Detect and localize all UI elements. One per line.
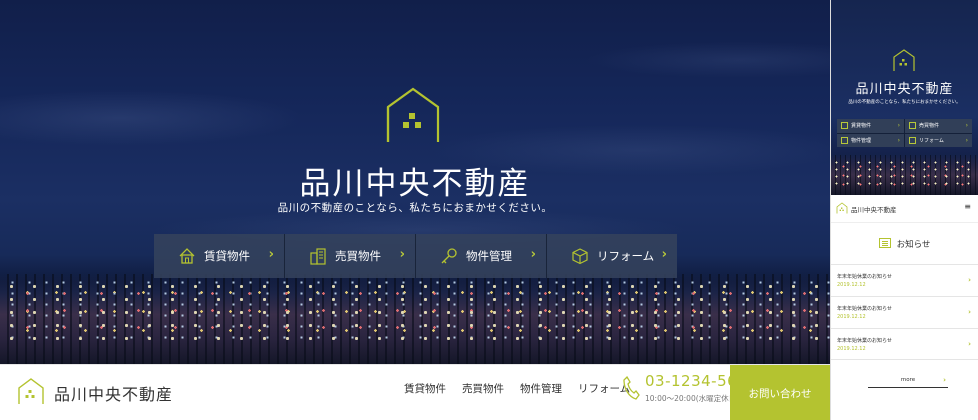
chevron-right-icon: › bbox=[268, 247, 274, 262]
chevron-right-icon: › bbox=[965, 136, 968, 144]
hamburger-menu-icon[interactable]: ≡ bbox=[964, 202, 971, 211]
key-icon bbox=[841, 136, 848, 144]
news-section-title: お知らせ bbox=[831, 238, 978, 250]
chevron-right-icon: › bbox=[399, 247, 405, 262]
box-icon bbox=[909, 136, 916, 144]
chevron-right-icon: › bbox=[968, 308, 971, 316]
contact-button[interactable]: お問い合わせ bbox=[730, 365, 830, 420]
chevron-right-icon: › bbox=[968, 340, 971, 348]
mobile-header: 品川中央不動産 ≡ bbox=[831, 195, 978, 223]
chevron-right-icon: › bbox=[661, 247, 667, 262]
house-logo-icon[interactable] bbox=[17, 377, 45, 405]
more-label: more bbox=[900, 377, 916, 383]
more-link[interactable]: more › bbox=[868, 374, 948, 388]
mobile-menu-sale[interactable]: 売買物件 › bbox=[905, 119, 972, 133]
news-item-title: 年末年始休業のお知らせ bbox=[837, 306, 892, 312]
news-list: 年末年始休業のお知らせ 2019.12.12 › 年末年始休業のお知らせ 201… bbox=[831, 264, 978, 360]
news-item-date: 2019.12.12 bbox=[837, 282, 866, 288]
menu-item-label: リフォーム bbox=[597, 249, 655, 263]
nav-sale[interactable]: 売買物件 bbox=[462, 381, 504, 396]
chevron-right-icon: › bbox=[897, 136, 900, 144]
news-item-date: 2019.12.12 bbox=[837, 314, 866, 320]
business-hours: 10:00〜20:00(水曜定休日) bbox=[645, 394, 740, 403]
mobile-view: 品川中央不動産 品川の不動産のことなら、私たちにおまかせください。 賃貸物件 › … bbox=[830, 0, 978, 420]
building-icon bbox=[909, 122, 916, 130]
mobile-menu-label: 物件管理 bbox=[851, 137, 872, 144]
mobile-menu-reform[interactable]: リフォーム › bbox=[905, 133, 972, 147]
news-item[interactable]: 年末年始休業のお知らせ 2019.12.12 › bbox=[831, 328, 978, 360]
house-logo-icon bbox=[893, 49, 915, 71]
menu-item-label: 賃貸物件 bbox=[204, 249, 250, 263]
house-logo-icon[interactable] bbox=[836, 202, 848, 214]
mobile-menu-label: リフォーム bbox=[919, 137, 944, 144]
mobile-hero: 品川中央不動産 品川の不動産のことなら、私たちにおまかせください。 賃貸物件 › … bbox=[831, 0, 978, 195]
menu-item-rental[interactable]: 賃貸物件 › bbox=[154, 234, 285, 278]
chevron-right-icon: › bbox=[968, 276, 971, 284]
news-item-title: 年末年始休業のお知らせ bbox=[837, 338, 892, 344]
menu-item-sale[interactable]: 売買物件 › bbox=[285, 234, 416, 278]
city-night-skyline bbox=[0, 274, 830, 364]
global-nav: 賃貸物件 売買物件 物件管理 リフォーム bbox=[404, 381, 630, 396]
menu-item-label: 物件管理 bbox=[466, 249, 512, 263]
chevron-right-icon: › bbox=[897, 122, 900, 130]
news-title-label: お知らせ bbox=[896, 240, 931, 250]
menu-item-label: 売買物件 bbox=[335, 249, 381, 263]
nav-management[interactable]: 物件管理 bbox=[520, 381, 562, 396]
building-icon bbox=[307, 245, 329, 267]
mobile-brand-title: 品川中央不動産 bbox=[855, 82, 954, 97]
hero-tagline: 品川の不動産のことなら、私たちにおまかせください。 bbox=[277, 202, 553, 214]
mobile-menu-rental[interactable]: 賃貸物件 › bbox=[837, 119, 904, 133]
news-item[interactable]: 年末年始休業のお知らせ 2019.12.12 › bbox=[831, 264, 978, 296]
hero-brand-title: 品川中央不動産 bbox=[299, 166, 531, 202]
mobile-menu-label: 賃貸物件 bbox=[851, 123, 872, 130]
site-brand-name[interactable]: 品川中央不動産 bbox=[54, 381, 173, 405]
city-night-skyline bbox=[831, 155, 978, 195]
desktop-view: 品川中央不動産 品川の不動産のことなら、私たちにおまかせください。 賃貸物件 ›… bbox=[0, 0, 830, 420]
nav-rental[interactable]: 賃貸物件 bbox=[404, 381, 446, 396]
menu-item-reform[interactable]: リフォーム › bbox=[547, 234, 677, 278]
chevron-right-icon: › bbox=[530, 247, 536, 262]
news-item-title: 年末年始休業のお知らせ bbox=[837, 274, 892, 280]
hero-menu: 賃貸物件 › 売買物件 › 物件管理 › リフォーム › bbox=[154, 234, 677, 278]
chevron-right-icon: › bbox=[965, 122, 968, 130]
mobile-header-brand[interactable]: 品川中央不動産 bbox=[851, 204, 897, 214]
hero-section: 品川中央不動産 品川の不動産のことなら、私たちにおまかせください。 賃貸物件 ›… bbox=[0, 0, 830, 364]
news-item[interactable]: 年末年始休業のお知らせ 2019.12.12 › bbox=[831, 296, 978, 328]
house-icon bbox=[841, 122, 848, 130]
house-logo-icon bbox=[386, 87, 440, 142]
menu-item-management[interactable]: 物件管理 › bbox=[416, 234, 547, 278]
news-icon bbox=[878, 238, 891, 248]
box-icon bbox=[569, 245, 591, 267]
phone-icon bbox=[623, 375, 640, 400]
news-item-date: 2019.12.12 bbox=[837, 346, 866, 352]
mobile-hero-menu: 賃貸物件 › 売買物件 › 物件管理 › リフォーム › bbox=[837, 119, 972, 147]
chevron-right-icon: › bbox=[943, 376, 946, 384]
mobile-menu-label: 売買物件 bbox=[919, 123, 940, 130]
bottom-header-bar: 品川中央不動産 賃貸物件 売買物件 物件管理 リフォーム 03-1234-567… bbox=[0, 364, 830, 420]
mobile-tagline: 品川の不動産のことなら、私たちにおまかせください。 bbox=[848, 100, 961, 105]
house-icon bbox=[176, 245, 198, 267]
mobile-menu-management[interactable]: 物件管理 › bbox=[837, 133, 904, 147]
key-icon bbox=[438, 245, 460, 267]
